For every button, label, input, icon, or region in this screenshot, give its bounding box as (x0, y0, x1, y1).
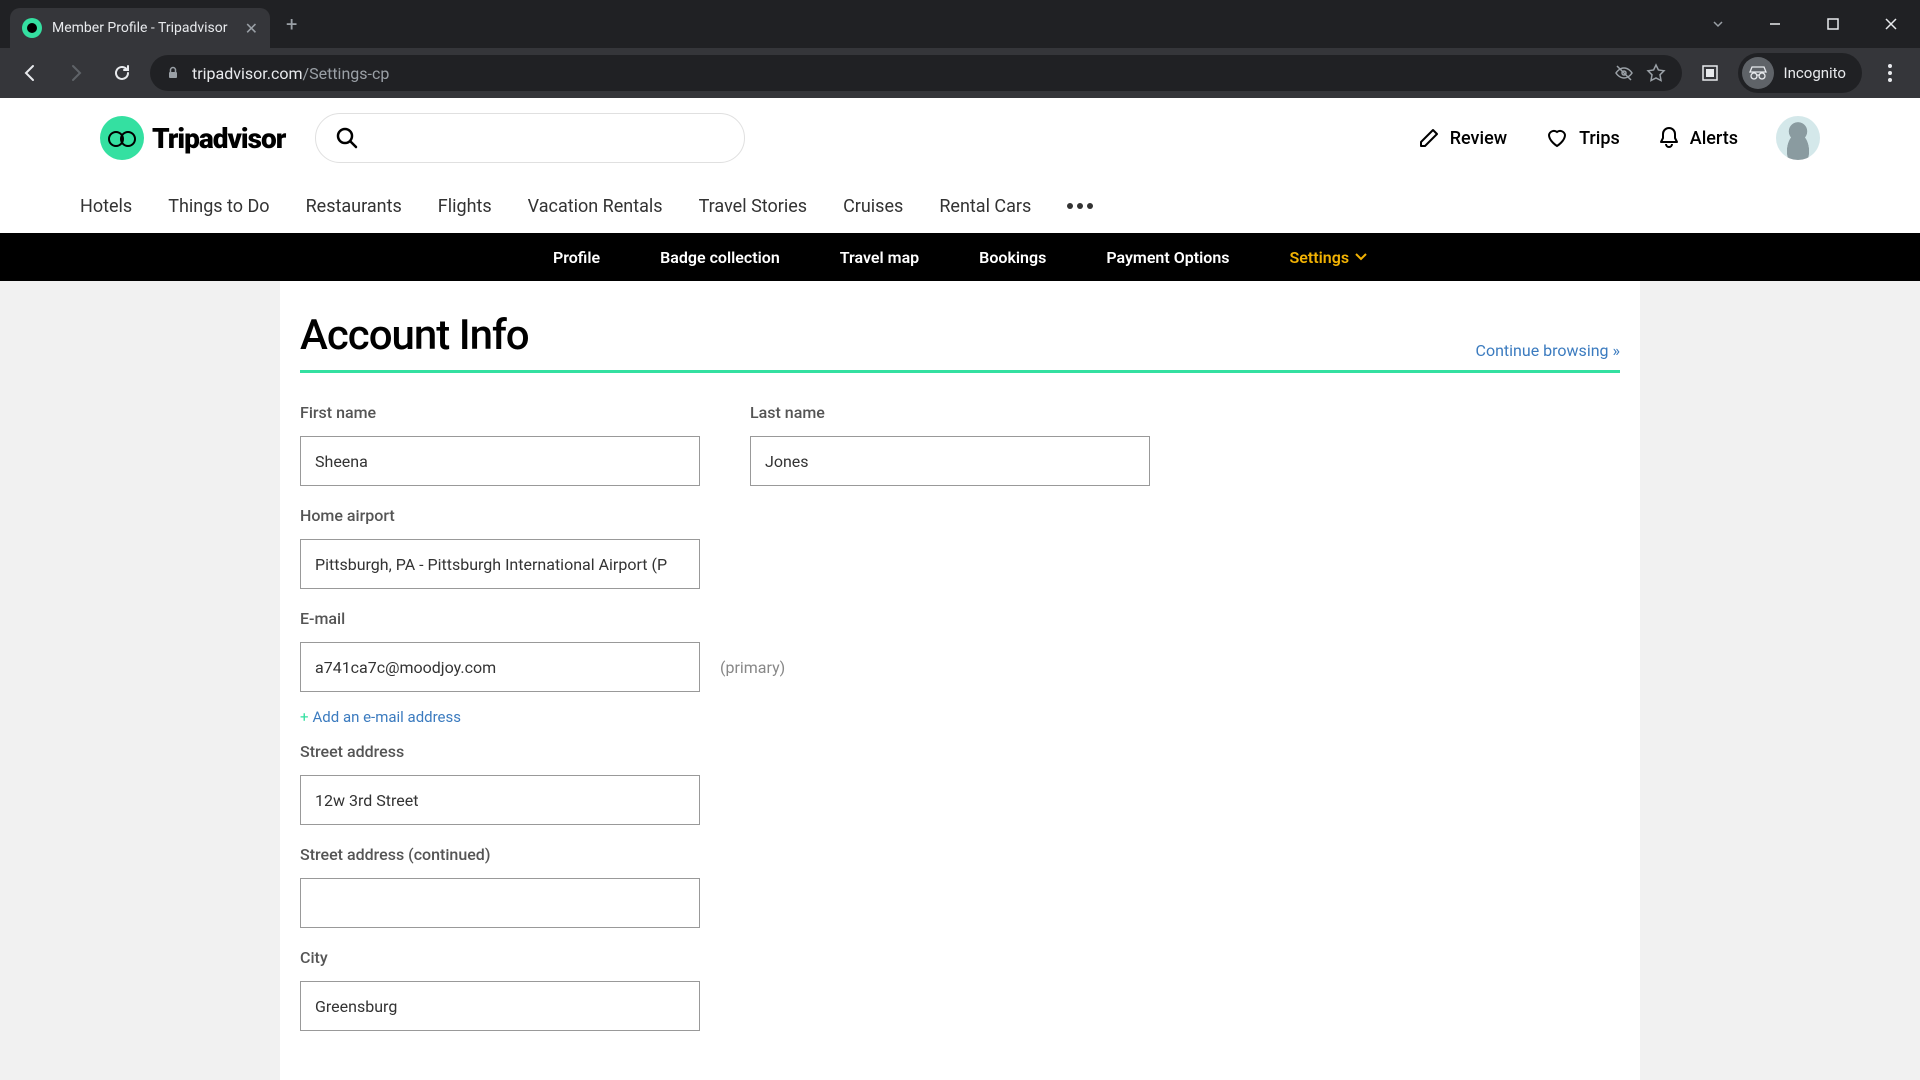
first-name-field: First name (300, 403, 700, 486)
continue-browsing-link[interactable]: Continue browsing » (1476, 341, 1620, 360)
home-airport-input[interactable] (300, 539, 700, 589)
content-card: Account Info Continue browsing » First n… (280, 281, 1640, 1080)
tab-strip: Member Profile - Tripadvisor ✕ + (0, 0, 313, 48)
nav-hotels[interactable]: Hotels (80, 196, 132, 217)
email-field: E-mail (primary) (300, 609, 785, 692)
logo-icon (100, 116, 144, 160)
url-text: tripadvisor.com/Settings-cp (192, 64, 1602, 83)
avatar[interactable] (1776, 116, 1820, 160)
heart-icon (1545, 126, 1569, 150)
favicon-icon (22, 18, 42, 38)
street-label: Street address (300, 742, 700, 761)
close-tab-icon[interactable]: ✕ (245, 19, 258, 38)
close-window-button[interactable] (1862, 4, 1920, 44)
subnav-travel-map[interactable]: Travel map (840, 248, 919, 267)
street2-input[interactable] (300, 878, 700, 928)
subnav-profile[interactable]: Profile (553, 248, 600, 267)
window-controls (1710, 0, 1920, 48)
nav-vacation-rentals[interactable]: Vacation Rentals (528, 196, 663, 217)
eye-off-icon[interactable] (1614, 63, 1634, 83)
brand-name: Tripadvisor (152, 122, 285, 155)
search-icon (336, 127, 358, 149)
city-input[interactable] (300, 981, 700, 1031)
reading-list-icon[interactable] (1692, 55, 1728, 91)
back-button[interactable] (12, 55, 48, 91)
main-nav: Hotels Things to Do Restaurants Flights … (0, 178, 1920, 233)
last-name-input[interactable] (750, 436, 1150, 486)
sub-nav: Profile Badge collection Travel map Book… (0, 233, 1920, 281)
search-box[interactable] (315, 113, 745, 163)
chevron-down-icon (1355, 253, 1367, 261)
incognito-chip[interactable]: Incognito (1738, 53, 1862, 93)
page-viewport: Tripadvisor Review Trips Alerts Hotels T… (0, 98, 1920, 1080)
trips-label: Trips (1579, 128, 1620, 149)
home-airport-label: Home airport (300, 506, 700, 525)
reload-button[interactable] (104, 55, 140, 91)
lock-icon (166, 66, 180, 80)
add-email-link[interactable]: +Add an e-mail address (300, 708, 1620, 726)
tab-dropdown-icon[interactable] (1710, 16, 1726, 32)
maximize-button[interactable] (1804, 4, 1862, 44)
nav-cruises[interactable]: Cruises (843, 196, 903, 217)
nav-travel-stories[interactable]: Travel Stories (699, 196, 807, 217)
subnav-bookings[interactable]: Bookings (979, 248, 1046, 267)
nav-more-icon[interactable] (1067, 203, 1093, 209)
incognito-label: Incognito (1784, 64, 1846, 82)
subnav-settings-label: Settings (1290, 248, 1350, 267)
nav-flights[interactable]: Flights (438, 196, 492, 217)
nav-things-to-do[interactable]: Things to Do (168, 196, 269, 217)
email-primary-note: (primary) (720, 658, 785, 677)
subnav-settings[interactable]: Settings (1290, 248, 1368, 267)
tab-title: Member Profile - Tripadvisor (52, 20, 235, 36)
page-title: Account Info (300, 311, 529, 360)
browser-titlebar: Member Profile - Tripadvisor ✕ + (0, 0, 1920, 48)
minimize-button[interactable] (1746, 4, 1804, 44)
page-header: Account Info Continue browsing » (300, 311, 1620, 373)
first-name-label: First name (300, 403, 700, 422)
site-header: Tripadvisor Review Trips Alerts (0, 98, 1920, 178)
logo[interactable]: Tripadvisor (100, 116, 285, 160)
subnav-payment-options[interactable]: Payment Options (1106, 248, 1229, 267)
browser-menu-icon[interactable] (1872, 55, 1908, 91)
forward-button[interactable] (58, 55, 94, 91)
nav-rental-cars[interactable]: Rental Cars (939, 196, 1031, 217)
street2-label: Street address (continued) (300, 845, 700, 864)
new-tab-button[interactable]: + (270, 12, 313, 36)
plus-icon: + (300, 708, 309, 726)
alerts-button[interactable]: Alerts (1658, 126, 1738, 150)
last-name-field: Last name (750, 403, 1150, 486)
pencil-icon (1418, 127, 1440, 149)
trips-button[interactable]: Trips (1545, 126, 1620, 150)
email-input[interactable] (300, 642, 700, 692)
first-name-input[interactable] (300, 436, 700, 486)
bell-icon (1658, 126, 1680, 150)
street-field: Street address (300, 742, 700, 825)
address-bar[interactable]: tripadvisor.com/Settings-cp (150, 55, 1682, 91)
review-label: Review (1450, 128, 1507, 149)
alerts-label: Alerts (1690, 128, 1738, 149)
review-button[interactable]: Review (1418, 127, 1507, 149)
street2-field: Street address (continued) (300, 845, 700, 928)
browser-tab[interactable]: Member Profile - Tripadvisor ✕ (10, 8, 270, 48)
city-field: City (300, 948, 700, 1031)
street-input[interactable] (300, 775, 700, 825)
email-label: E-mail (300, 609, 785, 628)
last-name-label: Last name (750, 403, 1150, 422)
bookmark-icon[interactable] (1646, 63, 1666, 83)
header-actions: Review Trips Alerts (1418, 116, 1820, 160)
nav-restaurants[interactable]: Restaurants (306, 196, 402, 217)
city-label: City (300, 948, 700, 967)
incognito-icon (1742, 57, 1774, 89)
home-airport-field: Home airport (300, 506, 700, 589)
subnav-badge-collection[interactable]: Badge collection (660, 248, 780, 267)
browser-toolbar: tripadvisor.com/Settings-cp Incognito (0, 48, 1920, 98)
add-email-label: Add an e-mail address (313, 708, 461, 726)
content-outer: Account Info Continue browsing » First n… (0, 281, 1920, 1080)
